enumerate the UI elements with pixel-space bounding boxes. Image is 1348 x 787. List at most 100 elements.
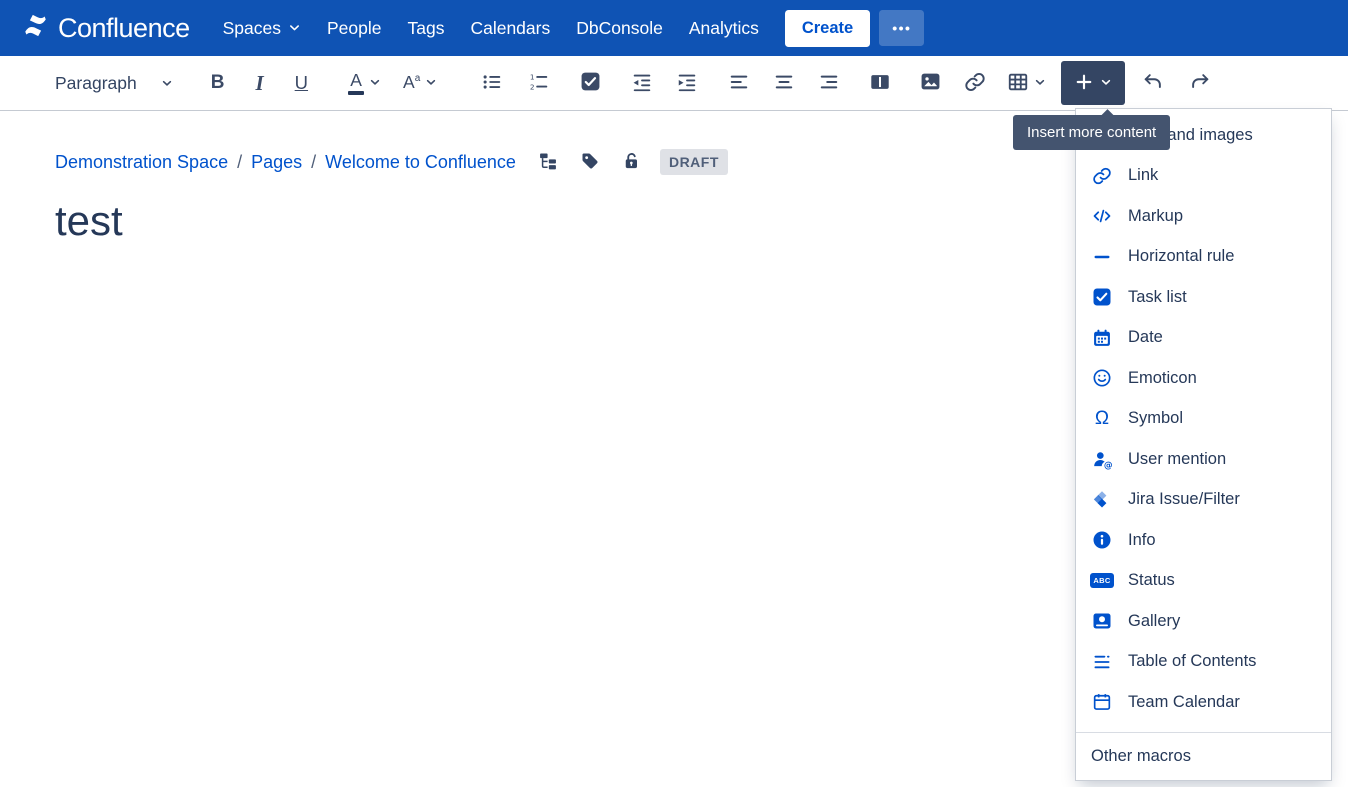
menu-item-label: User mention: [1128, 449, 1227, 468]
nav-tags-label: Tags: [407, 17, 445, 38]
jira-icon: [1091, 490, 1113, 510]
menu-item-emoticon[interactable]: Emoticon: [1076, 358, 1331, 399]
menu-item-label: Emoticon: [1128, 368, 1197, 387]
svg-text:@: @: [1103, 461, 1112, 470]
chevron-down-icon: [1034, 76, 1046, 91]
menu-item-label: Task list: [1128, 287, 1187, 306]
menu-item-label: Symbol: [1128, 409, 1184, 428]
page-layout-button[interactable]: [869, 71, 891, 96]
nav-analytics[interactable]: Analytics: [676, 9, 772, 48]
confluence-logo[interactable]: Confluence: [22, 12, 190, 44]
chevron-down-icon: [369, 76, 381, 91]
text-color-icon: A: [348, 71, 365, 95]
menu-item-label: Status: [1128, 571, 1175, 590]
align-right-icon: [818, 71, 840, 96]
menu-item-table-of-contents[interactable]: Table of Contents: [1076, 642, 1331, 683]
text-color-button[interactable]: A: [348, 71, 381, 95]
svg-text:2: 2: [530, 82, 535, 91]
breadcrumb-separator: /: [237, 151, 243, 172]
menu-item-jira[interactable]: Jira Issue/Filter: [1076, 480, 1331, 521]
menu-item-date[interactable]: Date: [1076, 318, 1331, 359]
paragraph-style-label: Paragraph: [55, 72, 137, 93]
nav-people-label: People: [326, 17, 382, 38]
underline-button[interactable]: U: [295, 72, 308, 94]
menu-item-label: Horizontal rule: [1128, 247, 1235, 266]
bullet-list-button[interactable]: [481, 71, 503, 96]
tag-icon: [580, 151, 600, 174]
insert-content-menu: Files and images Link Markup Horizontal …: [1075, 108, 1332, 781]
italic-button[interactable]: I: [255, 71, 263, 96]
redo-icon: [1189, 71, 1211, 96]
task-checkbox-icon: [580, 71, 601, 95]
svg-text:1: 1: [530, 72, 535, 81]
align-center-button[interactable]: [773, 71, 795, 96]
menu-item-label: Jira Issue/Filter: [1128, 490, 1240, 509]
menu-item-other-macros[interactable]: Other macros: [1076, 731, 1331, 780]
chevron-down-icon: [161, 73, 173, 94]
paragraph-style-dropdown[interactable]: Paragraph: [55, 73, 173, 94]
nav-calendars-label: Calendars: [470, 17, 551, 38]
menu-item-markup[interactable]: Markup: [1076, 196, 1331, 237]
outdent-icon: [631, 71, 653, 96]
menu-item-symbol[interactable]: Ω Symbol: [1076, 399, 1331, 440]
insert-plus-icon: [1074, 72, 1094, 95]
unlock-icon: [622, 151, 642, 174]
nav-analytics-label: Analytics: [688, 17, 759, 38]
menu-item-gallery[interactable]: Gallery: [1076, 601, 1331, 642]
editor-toolbar: Paragraph B I U A Aa 1 2: [0, 56, 1348, 111]
insert-files-images-button[interactable]: [920, 71, 941, 95]
chevron-down-icon: [1100, 76, 1112, 91]
emoticon-icon: [1091, 368, 1113, 388]
task-list-button[interactable]: [580, 71, 601, 95]
menu-item-label: Info: [1128, 530, 1156, 549]
redo-button[interactable]: [1189, 71, 1211, 96]
nav-calendars[interactable]: Calendars: [457, 9, 563, 48]
menu-item-link[interactable]: Link: [1076, 156, 1331, 197]
numbered-list-button[interactable]: 12: [528, 71, 550, 96]
insert-content-button[interactable]: [1061, 61, 1126, 105]
nav-dbconsole[interactable]: DbConsole: [563, 9, 676, 48]
menu-item-task-list[interactable]: Task list: [1076, 277, 1331, 318]
indent-button[interactable]: [676, 71, 698, 96]
breadcrumb-page-link[interactable]: Welcome to Confluence: [325, 152, 516, 173]
logo-text: Confluence: [58, 12, 190, 43]
date-icon: [1091, 328, 1113, 348]
bold-button[interactable]: B: [211, 72, 225, 94]
header-more-button[interactable]: •••: [879, 10, 925, 46]
breadcrumb-separator: /: [311, 151, 317, 172]
nav-dbconsole-label: DbConsole: [576, 17, 663, 38]
menu-item-label: Markup: [1128, 206, 1184, 225]
menu-item-user-mention[interactable]: @ User mention: [1076, 439, 1331, 480]
menu-item-status[interactable]: ABC Status: [1076, 561, 1331, 602]
nav-spaces[interactable]: Spaces: [210, 9, 314, 48]
menu-item-horizontal-rule[interactable]: Horizontal rule: [1076, 237, 1331, 278]
insert-table-button[interactable]: [1007, 71, 1046, 96]
toc-icon: [1091, 652, 1113, 672]
undo-button[interactable]: [1142, 71, 1164, 96]
breadcrumb-space-link[interactable]: Demonstration Space: [55, 152, 228, 173]
info-icon: [1091, 530, 1113, 550]
align-left-button[interactable]: [728, 71, 750, 96]
nav-spaces-label: Spaces: [222, 17, 281, 38]
horizontal-rule-icon: [1091, 247, 1113, 267]
undo-icon: [1142, 71, 1164, 96]
markup-icon: [1091, 206, 1113, 226]
menu-item-team-calendar[interactable]: Team Calendar: [1076, 682, 1331, 723]
restrictions-button[interactable]: [622, 151, 642, 174]
labels-button[interactable]: [580, 151, 600, 174]
align-right-button[interactable]: [818, 71, 840, 96]
nav-people[interactable]: People: [314, 9, 395, 48]
bullet-list-icon: [481, 71, 503, 96]
indent-icon: [676, 71, 698, 96]
more-formatting-button[interactable]: Aa: [403, 74, 437, 92]
page-tree-button[interactable]: [538, 151, 558, 174]
outdent-button[interactable]: [631, 71, 653, 96]
breadcrumb-pages-link[interactable]: Pages: [251, 152, 302, 173]
create-button[interactable]: Create: [784, 9, 871, 47]
image-icon: [920, 71, 941, 95]
menu-item-info[interactable]: Info: [1076, 520, 1331, 561]
task-list-icon: [1091, 287, 1113, 307]
menu-item-label: Table of Contents: [1128, 652, 1257, 671]
nav-tags[interactable]: Tags: [394, 9, 457, 48]
insert-link-button[interactable]: [964, 71, 986, 96]
